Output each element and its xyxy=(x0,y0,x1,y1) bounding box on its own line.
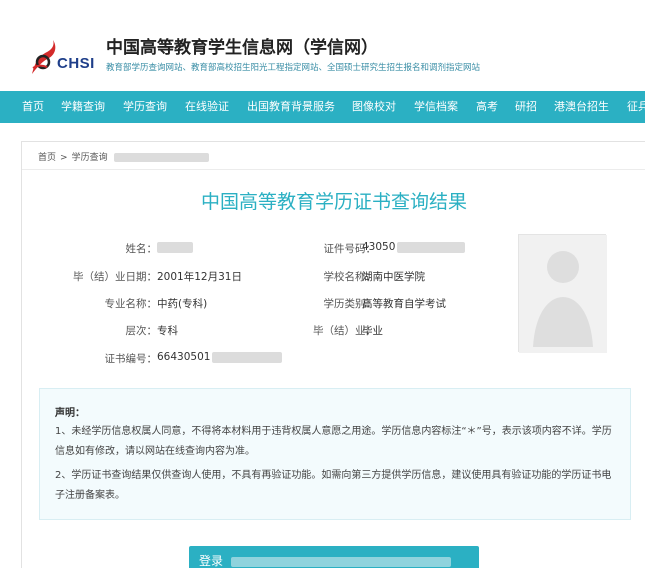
major-value: 中药(专科) xyxy=(157,298,208,310)
nav-item-hmt-admission[interactable]: 港澳台招生 xyxy=(554,91,609,123)
nav-item-degree-query[interactable]: 学历查询 xyxy=(123,91,167,123)
redacted-breadcrumb xyxy=(114,153,210,162)
nav-item-conscription[interactable]: 征兵 xyxy=(627,91,645,123)
nav-item-gaokao[interactable]: 高考 xyxy=(476,91,498,123)
grad-date-value: 2001年12月31日 xyxy=(157,271,242,283)
school-value: 湖南中医学院 xyxy=(362,271,425,283)
status-value: 毕业 xyxy=(362,325,383,337)
disclaimer-title: 声明： xyxy=(55,408,85,419)
site-subtitle: 教育部学历查询网站、教育部高校招生阳光工程指定网站、全国硕士研究生招生报名和调剂… xyxy=(106,63,481,73)
category-value: 高等教育自学考试 xyxy=(362,298,446,310)
logo-bird-icon xyxy=(32,40,56,74)
major-label: 专业名称： xyxy=(104,298,158,310)
person-silhouette-icon xyxy=(519,235,607,353)
site-title: 中国高等教育学生信息网（学信网） xyxy=(106,38,378,58)
breadcrumb-current[interactable]: 学历查询 xyxy=(72,153,108,163)
nav-item-home[interactable]: 首页 xyxy=(22,91,44,123)
breadcrumb: 首页 > 学历查询 xyxy=(38,150,210,163)
login-button-label: 登录 xyxy=(199,554,224,568)
nav-item-image-check[interactable]: 图像校对 xyxy=(352,91,396,123)
breadcrumb-separator: > xyxy=(60,153,68,163)
breadcrumb-divider xyxy=(22,169,645,170)
redacted-cert xyxy=(212,351,283,363)
redacted-id xyxy=(397,241,466,253)
cert-label: 证书编号： xyxy=(104,353,158,365)
disclaimer-paragraph-2: 2、学历证书查询结果仅供查询人使用，不具有再验证功能。如需向第三方提供学历信息，… xyxy=(55,470,612,501)
breadcrumb-home[interactable]: 首页 xyxy=(38,153,56,163)
level-value: 专科 xyxy=(157,325,178,337)
site-header: CHSI 中国高等教育学生信息网（学信网） 教育部学历查询网站、教育部高校招生阳… xyxy=(0,0,645,91)
nav-item-overseas-service[interactable]: 出国教育背景服务 xyxy=(247,91,335,123)
result-panel: 首页 > 学历查询 中国高等教育学历证书查询结果 姓名： 证件号码： 43050 毕… xyxy=(21,141,645,568)
nav-item-yanzhao[interactable]: 研招 xyxy=(515,91,537,123)
disclaimer-paragraph-1: 1、未经学历信息权属人同意，不得将本材料用于违背权属人意愿之用途。学历信息内容标… xyxy=(55,426,612,457)
nav-item-online-verify[interactable]: 在线验证 xyxy=(185,91,229,123)
nav-item-status-query[interactable]: 学籍查询 xyxy=(61,91,105,123)
nav-item-archive[interactable]: 学信档案 xyxy=(414,91,458,123)
cert-value: 66430501 xyxy=(157,351,283,363)
level-label: 层次： xyxy=(125,325,158,337)
id-value: 43050 xyxy=(362,241,466,253)
logo-text: CHSI xyxy=(57,55,95,72)
grad-date-label: 毕（结）业日期： xyxy=(73,271,157,283)
redacted-name xyxy=(157,241,193,253)
result-title: 中国高等教育学历证书查询结果 xyxy=(200,191,467,213)
redacted-button-text xyxy=(230,556,451,567)
main-nav: 首页 学籍查询 学历查询 在线验证 出国教育背景服务 图像校对 学信档案 高考 … xyxy=(0,91,645,123)
chsi-logo[interactable]: CHSI xyxy=(29,38,95,76)
student-photo xyxy=(518,234,607,353)
name-value xyxy=(157,241,193,253)
disclaimer-box: 声明： 1、未经学历信息权属人同意，不得将本材料用于违背权属人意愿之用途。学历信… xyxy=(39,388,631,520)
login-button[interactable]: 登录 xyxy=(189,546,479,568)
name-label: 姓名： xyxy=(125,243,158,255)
